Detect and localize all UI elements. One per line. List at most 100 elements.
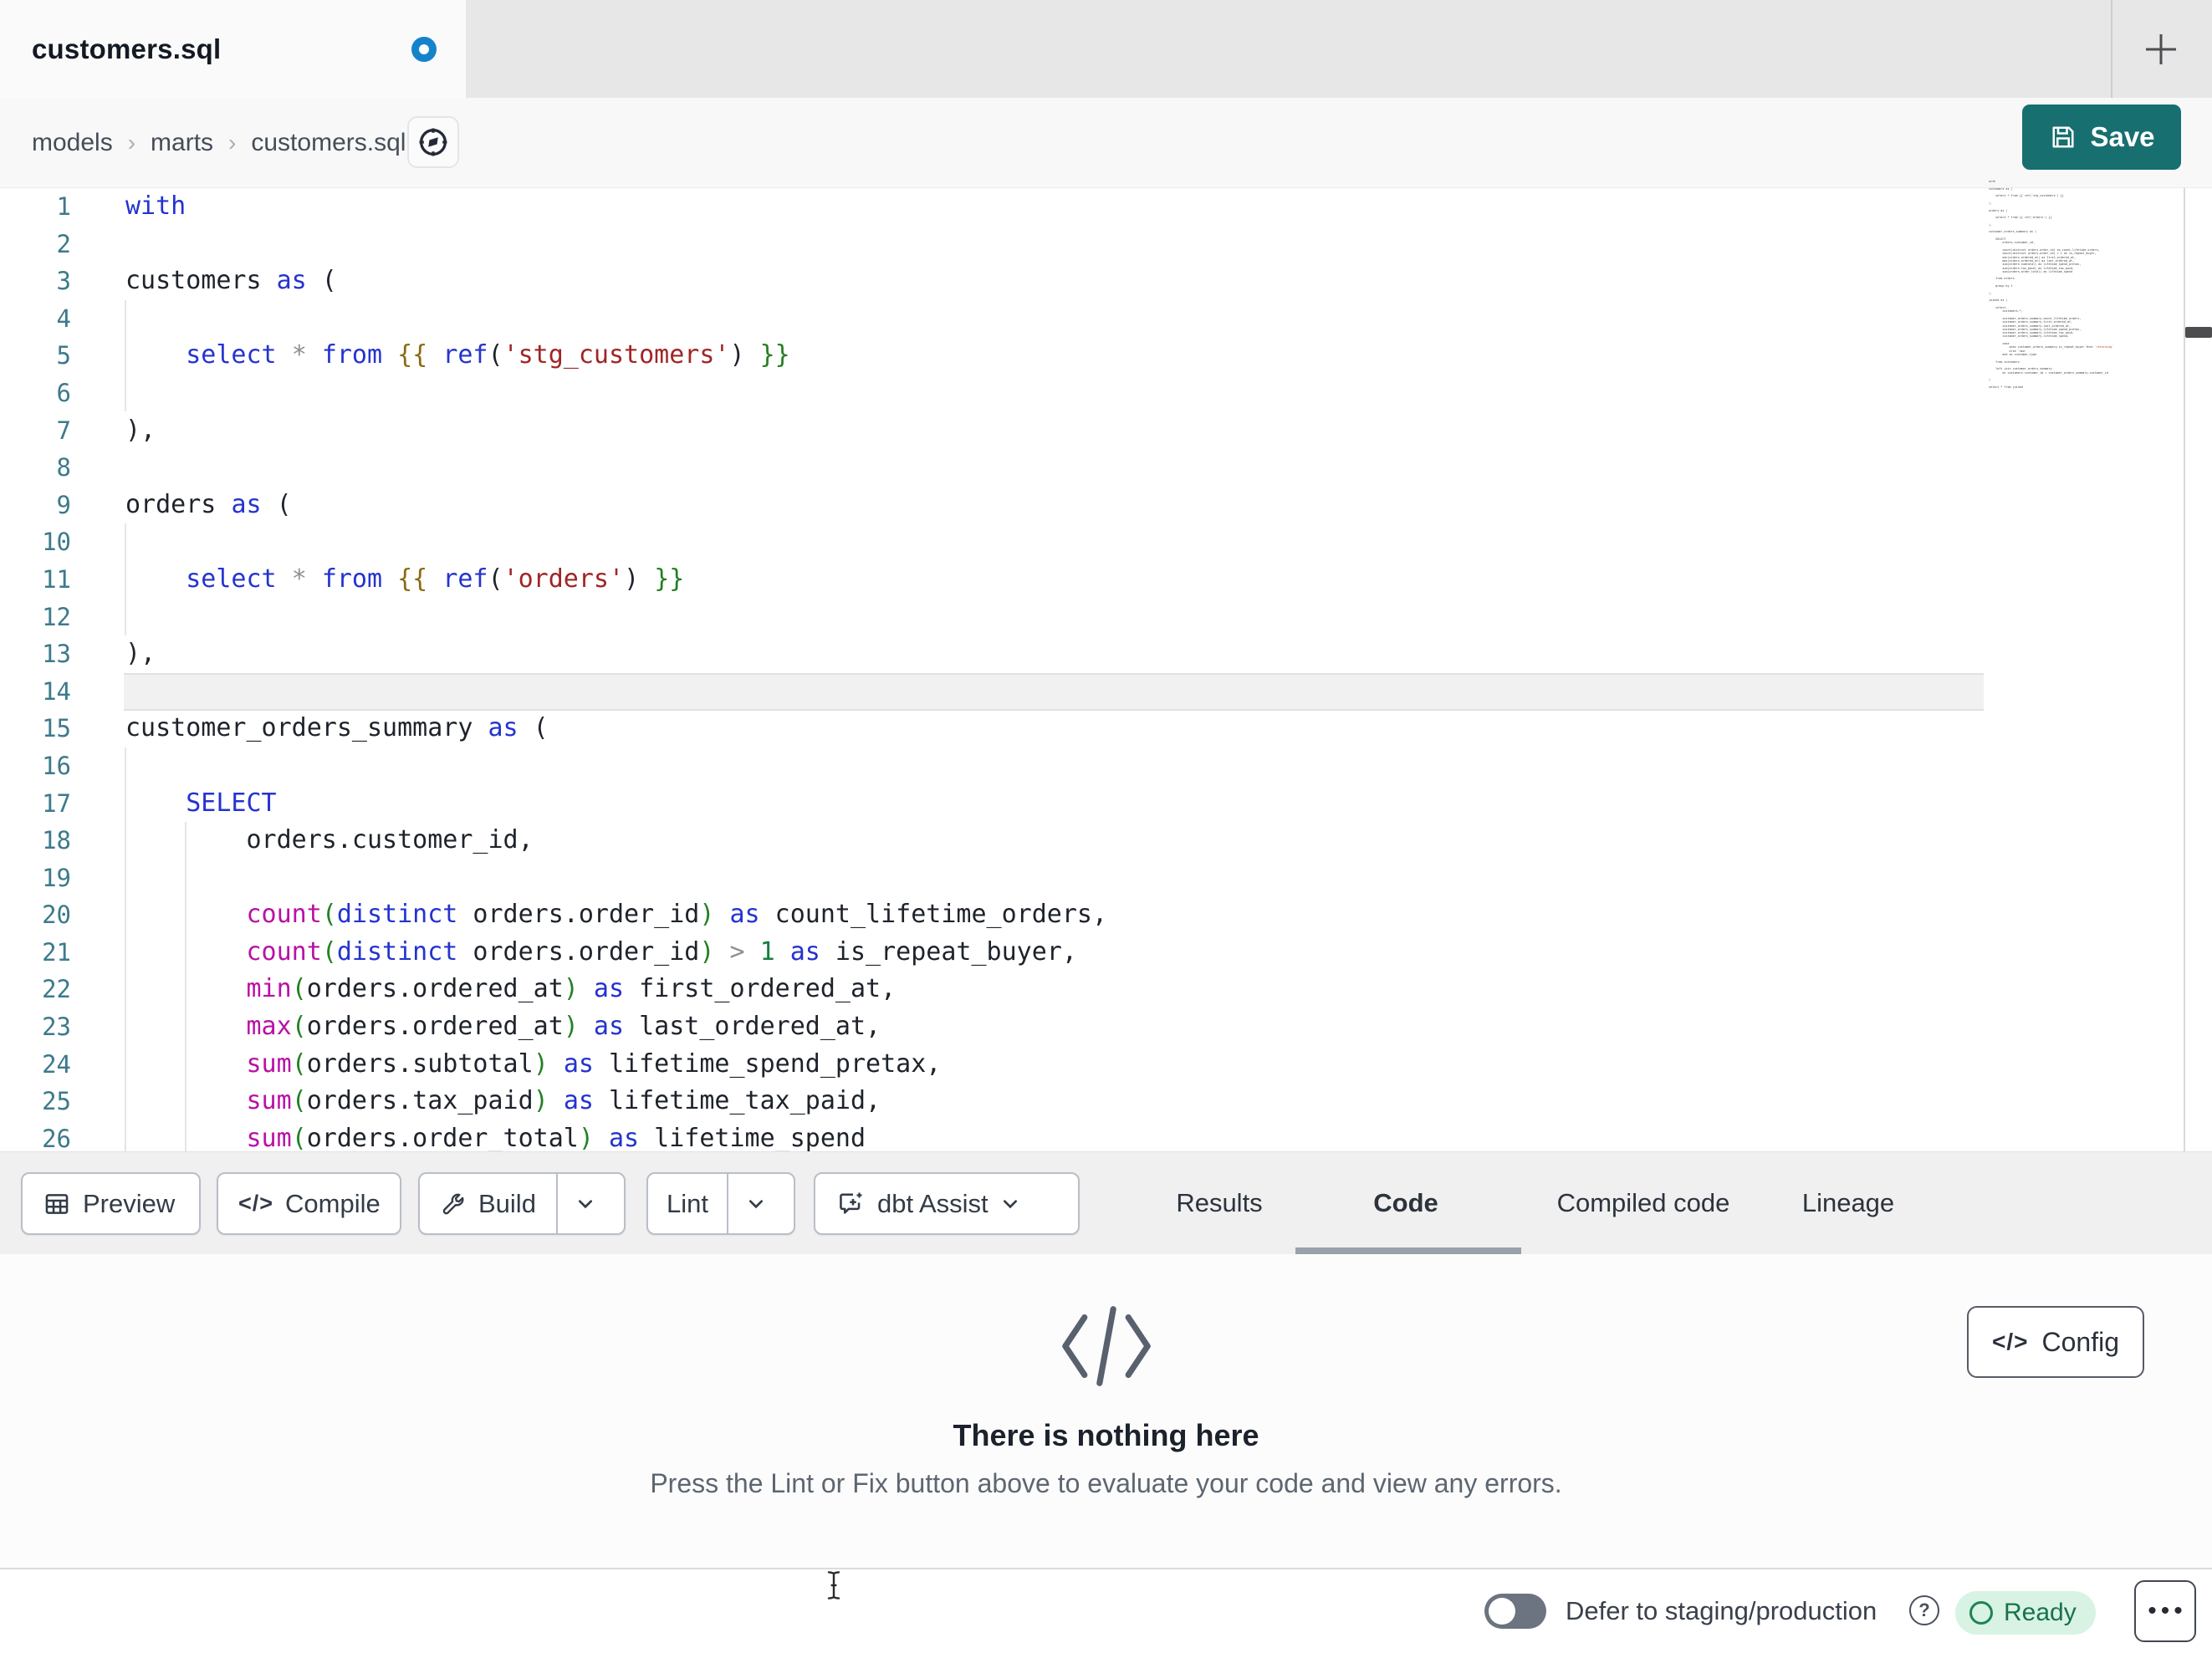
code-line[interactable]: SELECT xyxy=(125,785,1107,823)
code-line[interactable] xyxy=(125,300,1107,338)
code-token: count xyxy=(246,900,322,930)
build-dropdown-button[interactable] xyxy=(555,1174,613,1233)
code-line[interactable] xyxy=(125,747,1107,785)
line-number: 19 xyxy=(42,863,71,892)
code-token: SELECT xyxy=(186,788,277,818)
line-number: 14 xyxy=(42,676,71,706)
save-button-label: Save xyxy=(2090,121,2155,152)
code-token: orders.ordered_at xyxy=(306,1012,564,1042)
breadcrumb-item-marts[interactable]: marts xyxy=(151,129,213,157)
code-line[interactable]: count(distinct orders.order_id) as count… xyxy=(125,896,1108,934)
status-ring-icon xyxy=(1969,1601,1993,1625)
code-token: first_ordered_at, xyxy=(624,974,897,1004)
code-token: distinct xyxy=(336,936,458,967)
code-line[interactable]: sum(orders.subtotal) as lifetime_spend_p… xyxy=(125,1046,1107,1084)
tab-lineage[interactable]: Lineage xyxy=(1800,1152,1897,1254)
code-token: is_repeat_buyer, xyxy=(820,936,1077,967)
code-token: orders xyxy=(125,489,232,519)
code-token: ), xyxy=(125,639,156,669)
code-line[interactable]: with xyxy=(125,188,1107,226)
code-token: min xyxy=(246,974,292,1004)
code-lines: with customers as ( select * from {{ ref(… xyxy=(125,188,1107,1157)
tab-results[interactable]: Results xyxy=(1173,1152,1265,1254)
code-line[interactable]: count(distinct orders.order_id) > 1 as i… xyxy=(125,934,1107,972)
table-icon xyxy=(45,1193,69,1214)
defer-label: Defer to staging/production xyxy=(1566,1596,1877,1625)
code-line[interactable]: max(orders.ordered_at) as last_ordered_a… xyxy=(125,1008,1107,1046)
code-token: ) xyxy=(563,974,579,1004)
file-tab-customers-sql[interactable]: customers.sql xyxy=(0,0,466,98)
line-number: 2 xyxy=(56,229,71,258)
code-line[interactable]: min(orders.ordered_at) as first_ordered_… xyxy=(125,971,1107,1008)
code-token: customer_orders_summary xyxy=(125,713,488,743)
more-options-button[interactable]: ••• xyxy=(2134,1580,2196,1642)
code-line[interactable] xyxy=(125,226,1107,263)
new-tab-button[interactable] xyxy=(2138,26,2184,73)
code-line[interactable] xyxy=(125,523,1107,561)
defer-toggle[interactable] xyxy=(1484,1594,1546,1629)
compile-button[interactable]: </> Compile xyxy=(217,1172,401,1235)
code-token: ref xyxy=(442,564,488,594)
code-line[interactable]: select * from {{ ref('orders') }} xyxy=(125,561,1107,599)
code-line[interactable]: ), xyxy=(125,635,1107,673)
code-line[interactable]: customer_orders_summary as ( xyxy=(125,710,1107,747)
code-line[interactable] xyxy=(125,375,1107,412)
code-token: lifetime_tax_paid, xyxy=(593,1086,881,1116)
code-line[interactable]: select * from {{ ref('stg_customers') }} xyxy=(125,337,1107,375)
code-line[interactable] xyxy=(125,599,1107,636)
code-token: ) xyxy=(563,1012,579,1042)
code-editor[interactable]: 1 2 3 4 5 6 7 8 9 10 11 12 13 14 15 16 17 18 19 20 21 22 23 24 2… xyxy=(0,180,2212,1153)
code-line[interactable] xyxy=(125,449,1107,487)
code-token: 'stg_customers' xyxy=(503,340,730,370)
code-token: with xyxy=(125,191,186,221)
line-number: 23 xyxy=(42,1013,71,1042)
dbt-assist-button[interactable]: dbt Assist xyxy=(814,1172,1080,1235)
ellipsis-icon: ••• xyxy=(2148,1597,2187,1625)
code-line[interactable]: sum(orders.tax_paid) as lifetime_tax_pai… xyxy=(125,1083,1107,1120)
line-number: 16 xyxy=(42,751,71,780)
code-line[interactable]: orders.customer_id, xyxy=(125,822,1107,860)
breadcrumb-item-models[interactable]: models xyxy=(32,129,113,157)
navigate-file-button[interactable] xyxy=(407,116,459,168)
build-button[interactable]: Build xyxy=(418,1172,626,1235)
code-line[interactable]: orders as ( xyxy=(125,487,1107,524)
code-token: ( xyxy=(291,1012,307,1042)
build-button-label: Build xyxy=(478,1188,536,1218)
code-token: lifetime_spend xyxy=(639,1123,866,1153)
tab-compiled-code[interactable]: Compiled code xyxy=(1550,1152,1736,1254)
lint-button[interactable]: Lint xyxy=(646,1172,795,1235)
save-button[interactable]: Save xyxy=(2022,105,2181,170)
line-number: 10 xyxy=(42,528,71,557)
status-badge: Ready xyxy=(1955,1591,2096,1635)
code-token: ( xyxy=(291,1048,307,1079)
preview-button[interactable]: Preview xyxy=(21,1172,201,1235)
code-token: orders.order_id xyxy=(457,936,700,967)
code-token: ) xyxy=(533,1048,549,1079)
code-line[interactable]: ), xyxy=(125,412,1107,450)
tab-code-quality[interactable]: Code quality xyxy=(1329,1152,1483,1319)
config-button[interactable]: </> Config xyxy=(1967,1306,2144,1378)
chevron-down-icon xyxy=(578,1199,592,1208)
code-line[interactable] xyxy=(125,673,1107,711)
code-line[interactable]: customers as ( xyxy=(125,263,1107,300)
code-token: from xyxy=(321,564,383,594)
code-token: max xyxy=(246,1012,292,1042)
line-number: 15 xyxy=(42,714,71,743)
help-icon[interactable]: ? xyxy=(1909,1595,1939,1625)
code-line[interactable] xyxy=(125,860,1107,897)
line-number: 13 xyxy=(42,640,71,669)
scrollbar-thumb[interactable] xyxy=(2185,327,2212,338)
lint-dropdown-button[interactable] xyxy=(726,1174,784,1233)
code-token: orders.ordered_at xyxy=(306,974,564,1004)
minimap[interactable]: with customers as ( select * from {{ ref… xyxy=(1989,180,2183,390)
